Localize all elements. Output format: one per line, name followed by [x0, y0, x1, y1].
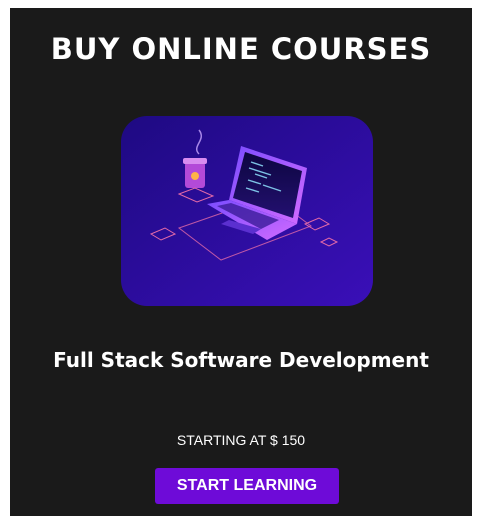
course-image [121, 116, 373, 306]
start-learning-button[interactable]: START LEARNING [155, 468, 339, 504]
laptop-coding-illustration-icon [121, 116, 373, 306]
course-card: BUY ONLINE COURSES Full Stack Software D… [10, 8, 472, 516]
course-price: STARTING AT $ 150 [176, 432, 306, 448]
course-title: Full Stack Software Development [53, 348, 429, 372]
section-heading: BUY ONLINE COURSES [50, 32, 432, 66]
